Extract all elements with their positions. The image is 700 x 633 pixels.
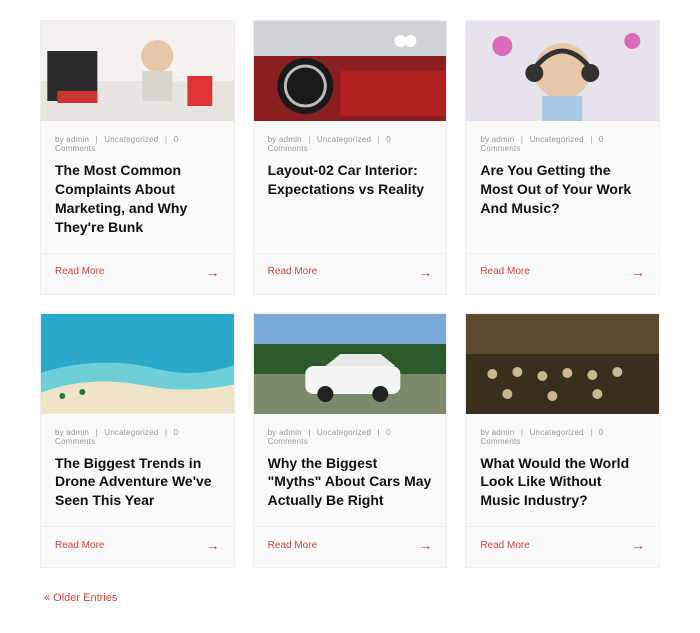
post-thumbnail[interactable] — [41, 21, 234, 121]
post-title[interactable]: Why the Biggest "Myths" About Cars May A… — [254, 454, 447, 527]
post-card: by admin | Uncategorized | 0 Comments Wh… — [253, 313, 448, 569]
post-card: by admin | Uncategorized | 0 Comments La… — [253, 20, 448, 295]
meta-author[interactable]: admin — [492, 135, 515, 144]
arrow-right-icon: → — [418, 537, 432, 553]
meta-separator: | — [521, 135, 523, 144]
meta-separator: | — [590, 428, 592, 437]
post-meta: by admin | Uncategorized | 0 Comments — [254, 121, 447, 161]
post-meta: by admin | Uncategorized | 0 Comments — [254, 414, 447, 454]
read-more-link[interactable]: Read More → — [466, 253, 659, 294]
read-more-label: Read More — [55, 266, 104, 277]
arrow-right-icon: → — [631, 537, 645, 553]
meta-category[interactable]: Uncategorized — [104, 135, 158, 144]
post-title[interactable]: Layout-02 Car Interior: Expectations vs … — [254, 161, 447, 253]
meta-separator: | — [96, 135, 98, 144]
arrow-right-icon: → — [631, 264, 645, 280]
arrow-right-icon: → — [418, 264, 432, 280]
post-card: by admin | Uncategorized | 0 Comments Ar… — [465, 20, 660, 295]
meta-category[interactable]: Uncategorized — [317, 135, 371, 144]
meta-separator: | — [590, 135, 592, 144]
read-more-link[interactable]: Read More → — [254, 253, 447, 294]
meta-separator: | — [165, 135, 167, 144]
meta-by: by — [480, 135, 489, 144]
meta-by: by — [55, 428, 64, 437]
meta-separator: | — [378, 135, 380, 144]
meta-category[interactable]: Uncategorized — [317, 428, 371, 437]
arrow-right-icon: → — [206, 537, 220, 553]
post-thumbnail[interactable] — [466, 21, 659, 121]
meta-separator: | — [308, 135, 310, 144]
meta-by: by — [480, 428, 489, 437]
read-more-label: Read More — [268, 266, 317, 277]
read-more-label: Read More — [55, 540, 104, 551]
post-card: by admin | Uncategorized | 0 Comments Th… — [40, 313, 235, 569]
read-more-label: Read More — [480, 540, 529, 551]
read-more-label: Read More — [480, 266, 529, 277]
post-meta: by admin | Uncategorized | 0 Comments — [466, 414, 659, 454]
meta-author[interactable]: admin — [66, 428, 89, 437]
meta-author[interactable]: admin — [279, 135, 302, 144]
meta-by: by — [55, 135, 64, 144]
meta-by: by — [268, 428, 277, 437]
post-card: by admin | Uncategorized | 0 Comments Wh… — [465, 313, 660, 569]
meta-author[interactable]: admin — [492, 428, 515, 437]
post-card: by admin | Uncategorized | 0 Comments Th… — [40, 20, 235, 295]
meta-separator: | — [308, 428, 310, 437]
meta-separator: | — [521, 428, 523, 437]
post-thumbnail[interactable] — [466, 314, 659, 414]
read-more-label: Read More — [268, 540, 317, 551]
meta-separator: | — [378, 428, 380, 437]
post-grid: by admin | Uncategorized | 0 Comments Th… — [40, 20, 660, 568]
post-title[interactable]: What Would the World Look Like Without M… — [466, 454, 659, 527]
meta-separator: | — [165, 428, 167, 437]
meta-category[interactable]: Uncategorized — [530, 428, 584, 437]
post-title[interactable]: The Biggest Trends in Drone Adventure We… — [41, 454, 234, 527]
post-title[interactable]: Are You Getting the Most Out of Your Wor… — [466, 161, 659, 253]
arrow-right-icon: → — [206, 264, 220, 280]
post-meta: by admin | Uncategorized | 0 Comments — [41, 414, 234, 454]
meta-category[interactable]: Uncategorized — [104, 428, 158, 437]
meta-author[interactable]: admin — [279, 428, 302, 437]
read-more-link[interactable]: Read More → — [41, 526, 234, 567]
meta-by: by — [268, 135, 277, 144]
read-more-link[interactable]: Read More → — [466, 526, 659, 567]
read-more-link[interactable]: Read More → — [254, 526, 447, 567]
meta-author[interactable]: admin — [66, 135, 89, 144]
post-thumbnail[interactable] — [41, 314, 234, 414]
post-title[interactable]: The Most Common Complaints About Marketi… — [41, 161, 234, 253]
post-thumbnail[interactable] — [254, 21, 447, 121]
post-thumbnail[interactable] — [254, 314, 447, 414]
post-meta: by admin | Uncategorized | 0 Comments — [41, 121, 234, 161]
meta-category[interactable]: Uncategorized — [530, 135, 584, 144]
older-entries-link[interactable]: « Older Entries — [40, 592, 660, 604]
post-meta: by admin | Uncategorized | 0 Comments — [466, 121, 659, 161]
meta-separator: | — [96, 428, 98, 437]
read-more-link[interactable]: Read More → — [41, 253, 234, 294]
